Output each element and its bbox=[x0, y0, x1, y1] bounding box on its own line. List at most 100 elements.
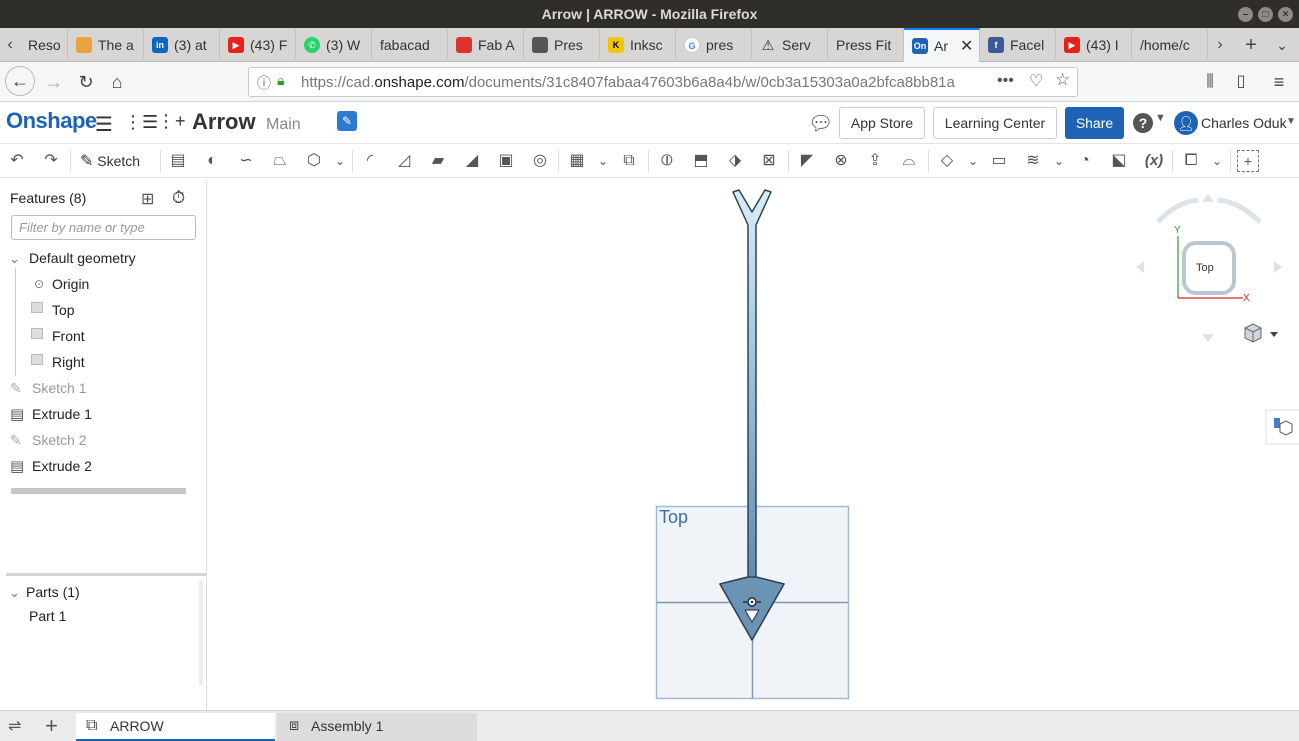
measure-icon[interactable]: ◔ bbox=[1074, 150, 1096, 172]
tab-manager-icon[interactable]: ⇌ bbox=[8, 716, 21, 736]
fillet-icon[interactable]: ◜ bbox=[359, 150, 381, 172]
feature-extrude-1[interactable]: Extrude 1 bbox=[32, 406, 92, 422]
sketch-button[interactable]: ✎ Sketch bbox=[80, 150, 140, 172]
modify-fillet-icon[interactable]: ◤ bbox=[796, 150, 818, 172]
minimize-button[interactable]: – bbox=[1238, 7, 1253, 22]
chevron-down-icon[interactable]: ⌄ bbox=[9, 251, 20, 267]
browser-tab[interactable]: Fab A bbox=[448, 28, 524, 62]
sheet-metal-icon[interactable]: ⧠ bbox=[1180, 150, 1202, 172]
replace-face-icon[interactable]: ⌓ bbox=[898, 150, 920, 172]
browser-tab[interactable]: The a bbox=[68, 28, 144, 62]
help-icon[interactable]: ? bbox=[1133, 113, 1153, 133]
mirror-icon[interactable]: ⧉ bbox=[618, 150, 640, 172]
part-1[interactable]: Part 1 bbox=[29, 608, 66, 624]
close-tab-icon[interactable]: ✕ bbox=[960, 36, 973, 56]
undo-icon[interactable]: ↶ bbox=[6, 150, 28, 172]
rotate-right-icon[interactable] bbox=[1274, 261, 1282, 273]
info-icon[interactable]: ⓘ bbox=[257, 73, 271, 93]
add-custom-feature-icon[interactable]: + bbox=[1237, 150, 1259, 172]
view-options-icon[interactable] bbox=[1244, 323, 1278, 343]
back-button[interactable]: ← bbox=[5, 66, 35, 96]
branch-name[interactable]: Main bbox=[266, 116, 301, 134]
menu-icon[interactable]: ≡ bbox=[1265, 68, 1293, 96]
onshape-logo[interactable]: Onshape bbox=[6, 108, 97, 134]
chamfer-icon[interactable]: ◿ bbox=[393, 150, 415, 172]
browser-tab[interactable]: in (3) at bbox=[144, 28, 220, 62]
tab-assembly-1[interactable]: ⧈ Assembly 1 bbox=[277, 713, 477, 741]
library-icon[interactable]: ⫼ bbox=[1196, 68, 1224, 96]
browser-tab[interactable]: ▶ (43) I bbox=[1056, 28, 1132, 62]
default-geometry-folder[interactable]: Default geometry bbox=[29, 250, 136, 266]
feature-origin[interactable]: Origin bbox=[52, 276, 89, 292]
panel-divider[interactable] bbox=[6, 573, 206, 576]
browser-tab[interactable]: Gpres bbox=[676, 28, 752, 62]
new-tab-icon[interactable]: + bbox=[1237, 31, 1265, 59]
plane-icon[interactable]: ◇ bbox=[936, 150, 958, 172]
hole-icon[interactable]: ◎ bbox=[529, 150, 551, 172]
close-window-button[interactable]: × bbox=[1278, 7, 1293, 22]
add-tab-icon[interactable]: + bbox=[45, 713, 58, 739]
browser-tab[interactable]: Pres bbox=[524, 28, 600, 62]
move-face-icon[interactable]: ⇪ bbox=[864, 150, 886, 172]
delete-face-icon[interactable]: ⊗ bbox=[830, 150, 852, 172]
document-title[interactable]: Arrow bbox=[192, 109, 256, 135]
url-bar[interactable]: ⓘ 🔒︎ https://cad.onshape.com/documents/3… bbox=[248, 67, 1078, 97]
avatar[interactable]: 👤︎ bbox=[1174, 111, 1198, 135]
parts-header[interactable]: Parts (1) bbox=[26, 584, 80, 600]
feature-top-plane[interactable]: Top bbox=[52, 302, 75, 318]
sidebar-icon[interactable]: ▯ bbox=[1227, 68, 1255, 96]
extrude-icon[interactable]: ▤ bbox=[167, 150, 189, 172]
thicken-icon[interactable]: ⬡ bbox=[303, 150, 325, 172]
mate-connector-icon[interactable]: ▭ bbox=[988, 150, 1010, 172]
tab-list-chevron-icon[interactable]: ⌄ bbox=[1268, 31, 1296, 59]
chevron-down-icon[interactable]: ⌄ bbox=[9, 585, 20, 601]
rollback-timer-icon[interactable]: ⏱︎ bbox=[172, 188, 185, 208]
rotate-left-icon[interactable] bbox=[1136, 261, 1144, 273]
feature-sketch-2[interactable]: Sketch 2 bbox=[32, 432, 86, 448]
revolve-icon[interactable]: ◐ bbox=[201, 150, 223, 172]
helix-icon[interactable]: ≋ bbox=[1022, 150, 1044, 172]
split-icon[interactable]: ⬒ bbox=[690, 150, 712, 172]
feature-list-icon[interactable]: ⋮☰ bbox=[124, 112, 158, 133]
model-canvas[interactable]: Top Top Y X bbox=[208, 180, 1299, 710]
delete-part-icon[interactable]: ⊠ bbox=[758, 150, 780, 172]
browser-tab[interactable]: fabacad bbox=[372, 28, 448, 62]
help-chevron-down-icon[interactable]: ▼ bbox=[1155, 112, 1166, 124]
learning-center-button[interactable]: Learning Center bbox=[933, 107, 1057, 139]
home-button[interactable]: ⌂ bbox=[103, 68, 131, 96]
tab-scroll-right-icon[interactable]: › bbox=[1208, 31, 1232, 59]
browser-tab[interactable]: /home/c bbox=[1132, 28, 1208, 62]
browser-tab[interactable]: ✆ (3) W bbox=[296, 28, 372, 62]
draft-icon[interactable]: ▰ bbox=[427, 150, 449, 172]
browser-tab[interactable]: ▶ (43) F bbox=[220, 28, 296, 62]
section-icon[interactable]: ⬕ bbox=[1108, 150, 1130, 172]
chevron-down-icon[interactable]: ⌄ bbox=[592, 150, 614, 172]
graphics-viewport[interactable]: Top Top Y X bbox=[208, 180, 1299, 710]
browser-tab[interactable]: ⚠ Serv bbox=[752, 28, 828, 62]
scrollbar[interactable] bbox=[199, 580, 203, 685]
chevron-down-icon[interactable]: ⌄ bbox=[962, 150, 984, 172]
user-name[interactable]: Charles Oduk bbox=[1201, 115, 1287, 131]
feature-right-plane[interactable]: Right bbox=[52, 354, 85, 370]
rotate-down-icon[interactable] bbox=[1202, 334, 1214, 342]
shell-icon[interactable]: ▣ bbox=[495, 150, 517, 172]
add-folder-icon[interactable]: ⊞ bbox=[141, 189, 154, 209]
browser-tab[interactable]: f Facel bbox=[980, 28, 1056, 62]
user-chevron-down-icon[interactable]: ▼ bbox=[1286, 116, 1296, 127]
forward-button[interactable]: → bbox=[40, 68, 68, 96]
tab-scroll-left-icon[interactable]: ‹ bbox=[0, 31, 20, 59]
appearance-panel-icon[interactable] bbox=[1265, 409, 1299, 445]
app-store-button[interactable]: App Store bbox=[839, 107, 925, 139]
comments-icon[interactable]: 💬︎ bbox=[808, 111, 833, 136]
variable-icon[interactable]: (x) bbox=[1140, 150, 1168, 172]
chevron-down-icon[interactable]: ⌄ bbox=[1048, 150, 1070, 172]
pattern-icon[interactable]: ▦ bbox=[566, 150, 588, 172]
share-button[interactable]: Share bbox=[1065, 107, 1124, 139]
maximize-button[interactable]: □ bbox=[1258, 7, 1273, 22]
browser-tab-active[interactable]: On Ar ✕ bbox=[904, 28, 980, 62]
reload-button[interactable]: ↻ bbox=[72, 68, 100, 96]
sweep-icon[interactable]: ∽ bbox=[235, 150, 257, 172]
page-actions-icon[interactable]: ••• bbox=[997, 72, 1014, 90]
chevron-down-icon[interactable]: ⌄ bbox=[329, 150, 351, 172]
browser-tab[interactable]: Press Fit bbox=[828, 28, 904, 62]
